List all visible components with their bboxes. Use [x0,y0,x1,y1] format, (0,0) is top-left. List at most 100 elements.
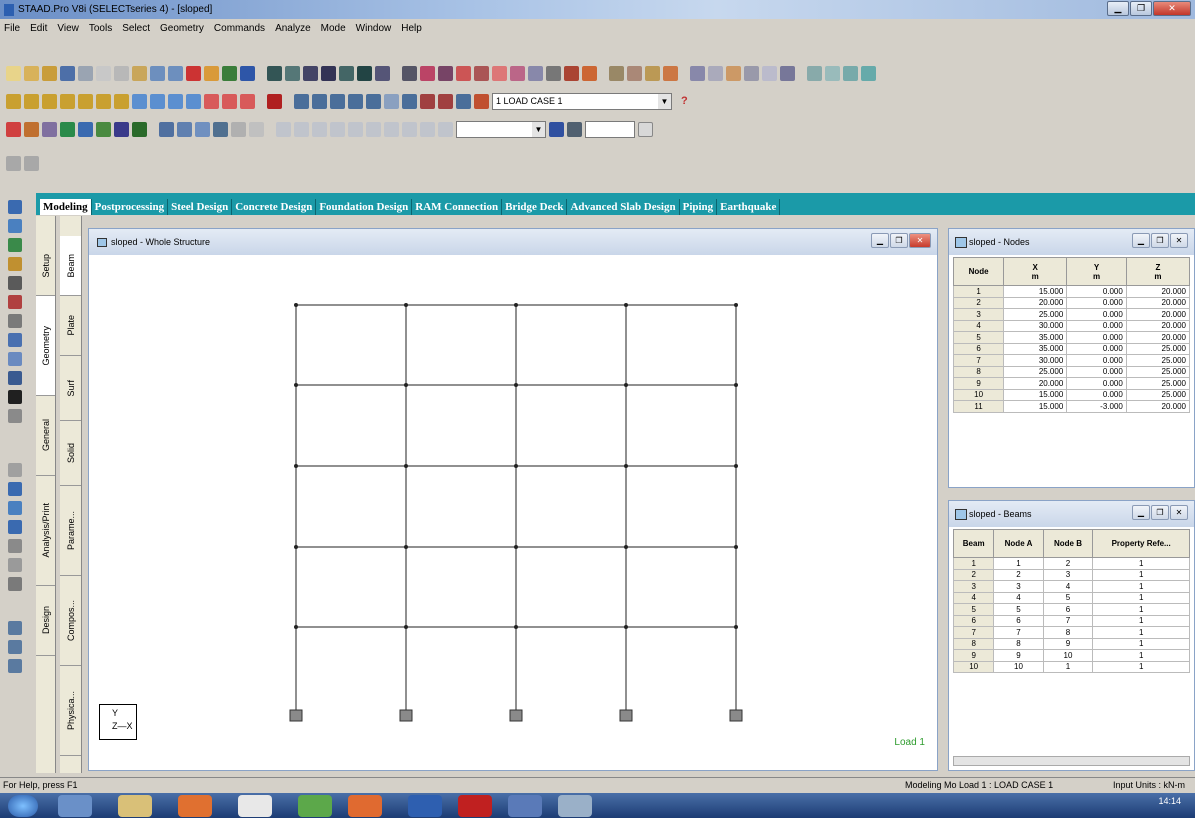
zoom-i-icon[interactable] [438,93,453,109]
vtab-surf[interactable]: Surf [60,356,81,421]
nodes-restore-button[interactable]: ❐ [1151,233,1169,248]
fixed-support-icon[interactable] [509,709,523,722]
struct-g-icon[interactable] [114,121,129,137]
view-b-icon[interactable] [285,65,300,81]
select-f-icon[interactable] [492,65,507,81]
table-row[interactable]: 5561 [952,603,1190,616]
side-b-icon[interactable] [8,219,22,233]
struct-d-icon[interactable] [60,121,75,137]
table-cell[interactable]: 5 [1042,591,1094,604]
table-cell[interactable]: 20.000 [1125,331,1191,344]
col-header[interactable]: Z m [1125,257,1191,286]
node-point[interactable] [514,383,518,387]
empty-combo-1[interactable]: ▼ [456,120,546,138]
table-cell[interactable]: 3 [993,580,1044,593]
view-a-icon[interactable] [267,65,282,81]
zoom-a-icon[interactable] [294,93,309,109]
rotate-a-icon[interactable] [6,93,21,109]
empty-combo-2[interactable] [585,120,635,138]
side-g-icon[interactable] [8,314,22,328]
start-button[interactable] [8,795,38,817]
table-cell[interactable]: 1 [1092,603,1190,616]
side-l-icon[interactable] [8,409,22,423]
table-cell[interactable]: -3.000 [1066,400,1127,413]
node-e-icon[interactable] [231,121,246,137]
table-row[interactable]: 8891 [952,637,1190,650]
table-cell[interactable]: 6 [1042,603,1094,616]
tab-concrete-design[interactable]: Concrete Design [232,199,317,215]
side-k-icon[interactable] [8,390,22,404]
side-t-icon[interactable] [8,621,22,635]
zoom-g-icon[interactable] [402,93,417,109]
table-row[interactable]: 7 30.000 0.000 25.000 [952,354,1191,367]
maximize-button[interactable]: ❐ [1130,1,1152,16]
table-cell[interactable]: 0.000 [1066,342,1127,355]
tool-a-icon[interactable] [186,65,201,81]
table-row[interactable]: 1121 [952,557,1190,570]
vtab-physical[interactable]: Physica... [60,666,81,756]
taskbar-ie-icon[interactable] [58,795,92,817]
node-point[interactable] [294,464,298,468]
grid-b-icon[interactable] [825,65,840,81]
node-point[interactable] [404,625,408,629]
table-cell[interactable]: 9 [993,649,1044,662]
label-a-icon[interactable] [609,65,624,81]
nodes-table-window[interactable]: sloped - Nodes ▁ ❐ ✕ Node X m Y m Z m 11… [948,228,1195,488]
table-cell[interactable]: 0.000 [1066,308,1127,321]
table-row[interactable]: 8 25.000 0.000 25.000 [952,365,1191,378]
menu-geometry[interactable]: Geometry [160,23,204,34]
select-a-icon[interactable] [402,65,417,81]
misc-a-icon[interactable] [6,155,21,171]
table-cell[interactable]: 25.000 [1003,308,1068,321]
shape-c-icon[interactable] [726,65,741,81]
node-point[interactable] [624,303,628,307]
table-cell[interactable]: 6 [993,614,1044,627]
zoom-h-icon[interactable] [420,93,435,109]
grid-a-icon[interactable] [807,65,822,81]
table-cell[interactable]: 30.000 [1003,354,1068,367]
vtab-design[interactable]: Design [36,586,55,656]
table-cell[interactable]: 20.000 [1003,296,1068,309]
table-cell[interactable]: 25.000 [1125,354,1191,367]
taskbar-misc-icon[interactable] [558,795,592,817]
zoom-e-icon[interactable] [366,93,381,109]
node-point[interactable] [734,625,738,629]
node-point[interactable] [734,383,738,387]
edit-a-icon[interactable] [276,121,291,137]
table-cell[interactable]: 15.000 [1003,388,1068,401]
table-cell[interactable]: 35.000 [1003,342,1068,355]
vtab-solid[interactable]: Solid [60,421,81,486]
table-cell[interactable]: 15.000 [1003,400,1068,413]
struct-c-icon[interactable] [42,121,57,137]
tool-d-icon[interactable] [240,65,255,81]
zoom-d-icon[interactable] [348,93,363,109]
help-icon[interactable]: ? [681,95,688,107]
tab-postprocessing[interactable]: Postprocessing [92,199,169,215]
pan-d-icon[interactable] [186,93,201,109]
save-icon[interactable] [60,65,75,81]
vtab-parameters[interactable]: Parame... [60,486,81,576]
view-d-icon[interactable] [321,65,336,81]
table-cell[interactable]: 3 [1042,568,1094,581]
vtab-plate[interactable]: Plate [60,296,81,356]
table-cell[interactable]: 30.000 [1003,319,1068,332]
table-cell[interactable]: 25.000 [1125,365,1191,378]
table-cell[interactable]: 10 [993,660,1044,673]
label-c-icon[interactable] [645,65,660,81]
side-u-icon[interactable] [8,640,22,654]
node-point[interactable] [404,545,408,549]
select-j-icon[interactable] [564,65,579,81]
vtab-geometry[interactable]: Geometry [36,296,55,396]
grid-toggle-icon[interactable] [549,121,564,137]
table-cell[interactable]: 0.000 [1066,319,1127,332]
menu-mode[interactable]: Mode [321,23,346,34]
taskbar-acrobat-icon[interactable] [458,795,492,817]
taskbar-media-icon[interactable] [178,795,212,817]
side-o-icon[interactable] [8,501,22,515]
table-cell[interactable]: 8 [993,637,1044,650]
menu-select[interactable]: Select [122,23,150,34]
tool-b-icon[interactable] [204,65,219,81]
node-b-icon[interactable] [177,121,192,137]
edit-i-icon[interactable] [420,121,435,137]
node-point[interactable] [514,464,518,468]
